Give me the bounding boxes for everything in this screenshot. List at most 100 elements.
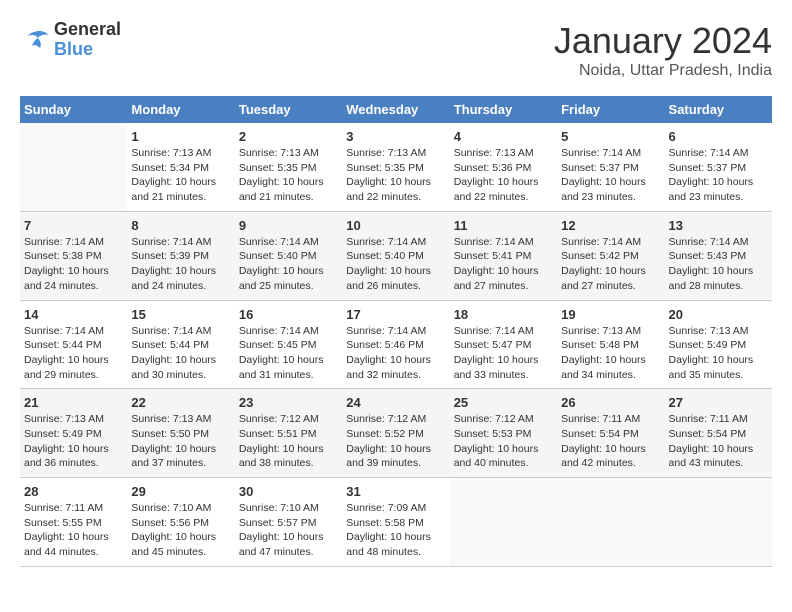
- day-number: 18: [454, 307, 553, 322]
- calendar-cell: 28 Sunrise: 7:11 AM Sunset: 5:55 PM Dayli…: [20, 478, 127, 567]
- weekday-header-monday: Monday: [127, 96, 234, 123]
- day-info: Sunrise: 7:11 AM Sunset: 5:54 PM Dayligh…: [669, 412, 768, 471]
- calendar-cell: 12Sunrise: 7:14 AM Sunset: 5:42 PM Dayli…: [557, 211, 664, 300]
- calendar-cell: 9 Sunrise: 7:14 AM Sunset: 5:40 PM Daylig…: [235, 211, 342, 300]
- day-number: 24: [346, 395, 445, 410]
- weekday-header-sunday: Sunday: [20, 96, 127, 123]
- day-info: Sunrise: 7:14 AM Sunset: 5:41 PM Dayligh…: [454, 235, 553, 294]
- calendar-cell: 7 Sunrise: 7:14 AM Sunset: 5:38 PM Daylig…: [20, 211, 127, 300]
- calendar-cell: 18 Sunrise: 7:14 AM Sunset: 5:47 PM Dayli…: [450, 300, 557, 389]
- day-info: Sunrise: 7:13 AM Sunset: 5:34 PM Dayligh…: [131, 146, 230, 205]
- day-info: Sunrise: 7:13 AM Sunset: 5:35 PM Dayligh…: [346, 146, 445, 205]
- day-number: 21: [24, 395, 123, 410]
- day-number: 4: [454, 129, 553, 144]
- calendar-cell: 8 Sunrise: 7:14 AM Sunset: 5:39 PM Daylig…: [127, 211, 234, 300]
- day-info: Sunrise: 7:13 AM Sunset: 5:50 PM Dayligh…: [131, 412, 230, 471]
- day-info: Sunrise: 7:14 AM Sunset: 5:38 PM Dayligh…: [24, 235, 123, 294]
- calendar-cell: 2 Sunrise: 7:13 AM Sunset: 5:35 PM Daylig…: [235, 123, 342, 211]
- month-title: January 2024: [554, 20, 772, 62]
- calendar-cell: 3 Sunrise: 7:13 AM Sunset: 5:35 PM Daylig…: [342, 123, 449, 211]
- calendar-table: SundayMondayTuesdayWednesdayThursdayFrid…: [20, 96, 772, 567]
- calendar-cell: 24Sunrise: 7:12 AM Sunset: 5:52 PM Dayli…: [342, 389, 449, 478]
- header-row: SundayMondayTuesdayWednesdayThursdayFrid…: [20, 96, 772, 123]
- calendar-cell: 16Sunrise: 7:14 AM Sunset: 5:45 PM Dayli…: [235, 300, 342, 389]
- calendar-cell: 1 Sunrise: 7:13 AM Sunset: 5:34 PM Daylig…: [127, 123, 234, 211]
- logo: General Blue: [20, 20, 121, 60]
- day-info: Sunrise: 7:14 AM Sunset: 5:44 PM Dayligh…: [131, 324, 230, 383]
- logo-text: General Blue: [54, 20, 121, 60]
- weekday-header-thursday: Thursday: [450, 96, 557, 123]
- day-info: Sunrise: 7:10 AM Sunset: 5:57 PM Dayligh…: [239, 501, 338, 560]
- day-info: Sunrise: 7:14 AM Sunset: 5:39 PM Dayligh…: [131, 235, 230, 294]
- day-number: 26: [561, 395, 660, 410]
- day-number: 14: [24, 307, 123, 322]
- day-info: Sunrise: 7:12 AM Sunset: 5:51 PM Dayligh…: [239, 412, 338, 471]
- day-info: Sunrise: 7:12 AM Sunset: 5:53 PM Dayligh…: [454, 412, 553, 471]
- calendar-cell: 17Sunrise: 7:14 AM Sunset: 5:46 PM Dayli…: [342, 300, 449, 389]
- calendar-cell: 13 Sunrise: 7:14 AM Sunset: 5:43 PM Dayli…: [665, 211, 772, 300]
- day-number: 10: [346, 218, 445, 233]
- calendar-cell: 30 Sunrise: 7:10 AM Sunset: 5:57 PM Dayli…: [235, 478, 342, 567]
- calendar-cell: [20, 123, 127, 211]
- calendar-cell: 4Sunrise: 7:13 AM Sunset: 5:36 PM Daylig…: [450, 123, 557, 211]
- week-row-5: 28 Sunrise: 7:11 AM Sunset: 5:55 PM Dayli…: [20, 478, 772, 567]
- day-info: Sunrise: 7:14 AM Sunset: 5:42 PM Dayligh…: [561, 235, 660, 294]
- day-info: Sunrise: 7:14 AM Sunset: 5:40 PM Dayligh…: [346, 235, 445, 294]
- day-info: Sunrise: 7:10 AM Sunset: 5:56 PM Dayligh…: [131, 501, 230, 560]
- day-info: Sunrise: 7:14 AM Sunset: 5:43 PM Dayligh…: [669, 235, 768, 294]
- day-info: Sunrise: 7:13 AM Sunset: 5:48 PM Dayligh…: [561, 324, 660, 383]
- day-info: Sunrise: 7:11 AM Sunset: 5:54 PM Dayligh…: [561, 412, 660, 471]
- day-number: 20: [669, 307, 768, 322]
- calendar-cell: 11Sunrise: 7:14 AM Sunset: 5:41 PM Dayli…: [450, 211, 557, 300]
- calendar-cell: 6 Sunrise: 7:14 AM Sunset: 5:37 PM Daylig…: [665, 123, 772, 211]
- day-number: 9: [239, 218, 338, 233]
- day-number: 30: [239, 484, 338, 499]
- week-row-4: 21 Sunrise: 7:13 AM Sunset: 5:49 PM Dayli…: [20, 389, 772, 478]
- day-number: 23: [239, 395, 338, 410]
- day-info: Sunrise: 7:14 AM Sunset: 5:44 PM Dayligh…: [24, 324, 123, 383]
- day-number: 6: [669, 129, 768, 144]
- day-number: 7: [24, 218, 123, 233]
- day-info: Sunrise: 7:14 AM Sunset: 5:37 PM Dayligh…: [669, 146, 768, 205]
- day-number: 25: [454, 395, 553, 410]
- day-number: 8: [131, 218, 230, 233]
- day-number: 3: [346, 129, 445, 144]
- day-number: 2: [239, 129, 338, 144]
- day-number: 31: [346, 484, 445, 499]
- calendar-cell: [665, 478, 772, 567]
- calendar-cell: [557, 478, 664, 567]
- day-info: Sunrise: 7:11 AM Sunset: 5:55 PM Dayligh…: [24, 501, 123, 560]
- day-number: 22: [131, 395, 230, 410]
- day-number: 28: [24, 484, 123, 499]
- calendar-cell: 31 Sunrise: 7:09 AM Sunset: 5:58 PM Dayli…: [342, 478, 449, 567]
- day-info: Sunrise: 7:13 AM Sunset: 5:49 PM Dayligh…: [24, 412, 123, 471]
- calendar-cell: 21 Sunrise: 7:13 AM Sunset: 5:49 PM Dayli…: [20, 389, 127, 478]
- week-row-2: 7 Sunrise: 7:14 AM Sunset: 5:38 PM Daylig…: [20, 211, 772, 300]
- location-subtitle: Noida, Uttar Pradesh, India: [554, 62, 772, 80]
- weekday-header-saturday: Saturday: [665, 96, 772, 123]
- day-number: 29: [131, 484, 230, 499]
- header: General Blue January 2024 Noida, Uttar P…: [20, 20, 772, 80]
- day-number: 19: [561, 307, 660, 322]
- calendar-cell: 15 Sunrise: 7:14 AM Sunset: 5:44 PM Dayli…: [127, 300, 234, 389]
- day-number: 13: [669, 218, 768, 233]
- calendar-cell: 26 Sunrise: 7:11 AM Sunset: 5:54 PM Dayli…: [557, 389, 664, 478]
- week-row-1: 1 Sunrise: 7:13 AM Sunset: 5:34 PM Daylig…: [20, 123, 772, 211]
- day-info: Sunrise: 7:13 AM Sunset: 5:35 PM Dayligh…: [239, 146, 338, 205]
- day-number: 5: [561, 129, 660, 144]
- day-info: Sunrise: 7:14 AM Sunset: 5:46 PM Dayligh…: [346, 324, 445, 383]
- calendar-cell: 14 Sunrise: 7:14 AM Sunset: 5:44 PM Dayli…: [20, 300, 127, 389]
- day-info: Sunrise: 7:14 AM Sunset: 5:40 PM Dayligh…: [239, 235, 338, 294]
- day-number: 1: [131, 129, 230, 144]
- calendar-cell: 23 Sunrise: 7:12 AM Sunset: 5:51 PM Dayli…: [235, 389, 342, 478]
- day-info: Sunrise: 7:09 AM Sunset: 5:58 PM Dayligh…: [346, 501, 445, 560]
- title-block: January 2024 Noida, Uttar Pradesh, India: [554, 20, 772, 80]
- day-number: 15: [131, 307, 230, 322]
- week-row-3: 14 Sunrise: 7:14 AM Sunset: 5:44 PM Dayli…: [20, 300, 772, 389]
- weekday-header-friday: Friday: [557, 96, 664, 123]
- calendar-cell: 27Sunrise: 7:11 AM Sunset: 5:54 PM Dayli…: [665, 389, 772, 478]
- calendar-cell: 19 Sunrise: 7:13 AM Sunset: 5:48 PM Dayli…: [557, 300, 664, 389]
- day-info: Sunrise: 7:14 AM Sunset: 5:37 PM Dayligh…: [561, 146, 660, 205]
- calendar-cell: 25 Sunrise: 7:12 AM Sunset: 5:53 PM Dayli…: [450, 389, 557, 478]
- day-info: Sunrise: 7:14 AM Sunset: 5:47 PM Dayligh…: [454, 324, 553, 383]
